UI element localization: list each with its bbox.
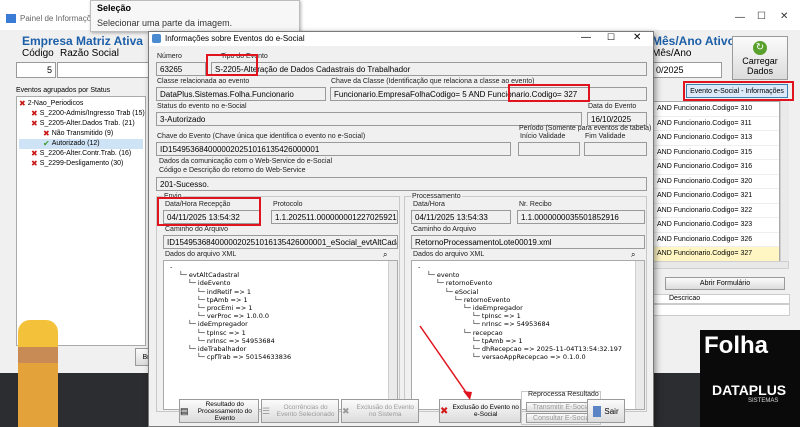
annotation-arrow [419,325,472,400]
